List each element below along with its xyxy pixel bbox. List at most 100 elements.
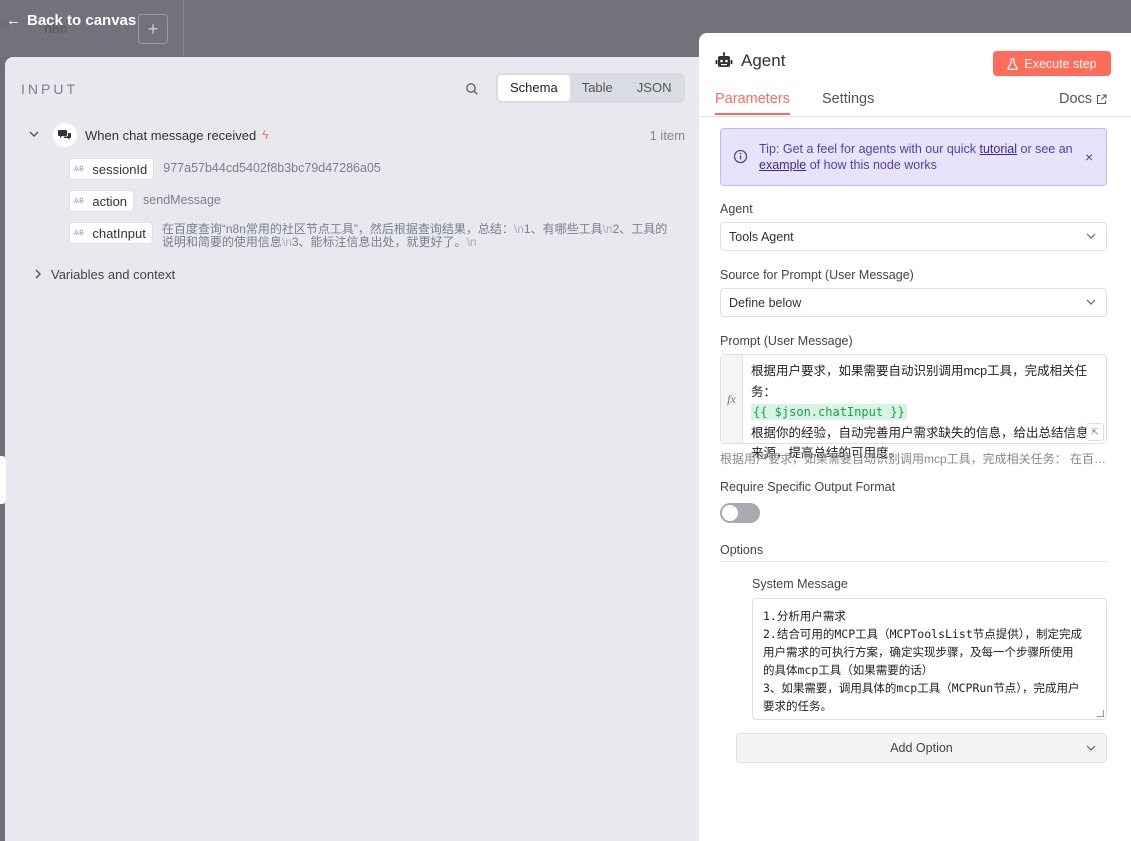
schema-field-row[interactable]: AB chatInput 在百度查询“n8n常用的社区节点工具”，然后根据查询结… — [69, 222, 676, 249]
agent-select[interactable]: Tools Agent — [720, 222, 1107, 251]
agent-select-value: Tools Agent — [729, 229, 794, 244]
prompt-result-preview: 根据用户要求，如果需要自动识别调用mcp工具，完成相关任务： 在百度查询“n8n… — [720, 452, 1107, 466]
prompt-source-select[interactable]: Define below — [720, 288, 1107, 317]
info-icon — [733, 149, 748, 164]
divider — [720, 561, 1107, 562]
field-key-pill[interactable]: AB sessionId — [69, 158, 155, 180]
field-key: sessionId — [92, 161, 148, 177]
item-count: 1 item — [649, 127, 685, 143]
add-node-button[interactable]: + — [138, 14, 168, 44]
tip-callout: Tip: Get a feel for agents with our quic… — [720, 128, 1107, 186]
example-link[interactable]: example — [759, 158, 806, 172]
string-type-icon: AB — [74, 229, 85, 237]
system-message-line: 1.分析用户需求 — [763, 609, 846, 623]
tip-text-part: Tip: Get a feel for agents with our quic… — [759, 142, 980, 156]
trigger-node-row[interactable]: When chat message received ϟ 1 item — [29, 123, 689, 147]
field-value: sendMessage — [143, 193, 221, 207]
system-message-line: 3、如果需要，调用具体的mcp工具（MCPRun节点），完成用户 — [763, 681, 1080, 695]
tip-text-part: of how this node works — [806, 158, 937, 172]
chevron-down-icon — [1086, 233, 1096, 239]
newline-escape: \n — [466, 235, 477, 249]
string-type-icon: AB — [74, 197, 85, 205]
prompt-label: Prompt (User Message) — [720, 334, 853, 348]
tip-text-part: or see an — [1017, 142, 1073, 156]
back-to-canvas-button[interactable]: ← Back to canvas — [6, 12, 136, 29]
lightning-bolt-icon: ϟ — [262, 128, 269, 142]
field-key-pill[interactable]: AB chatInput — [69, 222, 153, 244]
node-parameters-panel: Agent Execute step Parameters Settings D… — [699, 33, 1131, 841]
execute-step-button[interactable]: Execute step — [993, 51, 1111, 76]
system-message-line: 用户需求的可执行方案，确定实现步骤，及每一个步骤所使用 — [763, 645, 1074, 659]
variables-context-label: Variables and context — [51, 267, 176, 282]
variables-context-row[interactable]: Variables and context — [33, 267, 175, 282]
system-message-line: 的具体mcp工具（如果需要的话） — [763, 663, 934, 677]
field-key: action — [92, 193, 128, 209]
newline-escape: \n — [513, 222, 524, 236]
tutorial-link[interactable]: tutorial — [979, 142, 1017, 156]
value-text: 3、能标注信息出处，就更好了。 — [291, 235, 467, 249]
external-link-icon — [1096, 93, 1107, 104]
node-title: Agent — [741, 51, 786, 70]
newline-escape: \n — [602, 222, 613, 236]
trigger-node-name: When chat message received — [85, 127, 257, 143]
value-text: 在百度查询“n8n常用的社区节点工具”，然后根据查询结果，总结： — [161, 222, 514, 236]
prompt-line: 根据用户要求，如果需要自动识别调用mcp工具，完成相关任务： — [751, 364, 1088, 399]
chevron-down-icon[interactable] — [29, 129, 43, 142]
panel-resize-handle[interactable] — [0, 456, 6, 504]
close-icon[interactable]: × — [1085, 149, 1093, 165]
tip-text: Tip: Get a feel for agents with our quic… — [759, 141, 1077, 173]
search-icon[interactable] — [464, 81, 480, 97]
input-panel: INPUT Schema Table JSON When chat messag… — [5, 57, 710, 841]
add-option-label: Add Option — [890, 741, 953, 755]
resize-grip-icon[interactable] — [1097, 710, 1104, 717]
prompt-expression: {{ $json.chatInput }} — [751, 404, 907, 420]
field-value: 在百度查询“n8n常用的社区节点工具”，然后根据查询结果，总结：\n1、有哪些工… — [162, 222, 676, 249]
field-key-pill[interactable]: AB action — [69, 190, 135, 212]
add-option-button[interactable]: Add Option — [736, 733, 1107, 763]
string-type-icon: AB — [74, 165, 85, 173]
prompt-source-value: Define below — [729, 295, 802, 310]
tab-settings[interactable]: Settings — [822, 91, 874, 115]
tab-schema[interactable]: Schema — [498, 75, 570, 101]
field-key: chatInput — [92, 225, 146, 241]
tab-json[interactable]: JSON — [625, 75, 684, 101]
system-message-line: 要求的任务。 — [763, 699, 832, 713]
system-message-textarea[interactable]: 1.分析用户需求 2.结合可用的MCP工具（MCPToolsList节点提供），… — [752, 598, 1107, 720]
flask-icon — [1007, 57, 1019, 70]
execute-step-label: Execute step — [1024, 56, 1097, 71]
arrow-left-icon: ← — [6, 12, 21, 29]
field-value: 977a57b44cd5402f8b3bc79d47286a05 — [163, 161, 381, 175]
output-format-toggle[interactable] — [720, 503, 760, 523]
chevron-down-icon — [1086, 745, 1096, 751]
chevron-down-icon — [1086, 299, 1096, 305]
agent-label: Agent — [720, 202, 753, 216]
prompt-expression-input[interactable]: fx 根据用户要求，如果需要自动识别调用mcp工具，完成相关任务： {{ $js… — [720, 354, 1107, 460]
node-header: Agent — [715, 51, 785, 71]
divider — [183, 0, 184, 57]
schema-field-row[interactable]: AB sessionId 977a57b44cd5402f8b3bc79d472… — [69, 158, 381, 180]
tab-parameters[interactable]: Parameters — [715, 91, 790, 115]
output-format-label: Require Specific Output Format — [720, 480, 896, 494]
prompt-text[interactable]: 根据用户要求，如果需要自动识别调用mcp工具，完成相关任务： {{ $json.… — [751, 361, 1103, 464]
options-heading: Options — [720, 543, 764, 557]
docs-link[interactable]: Docs — [1059, 91, 1107, 107]
view-mode-tabs: Schema Table JSON — [496, 73, 686, 103]
system-message-line: 2.结合可用的MCP工具（MCPToolsList节点提供），制定完成 — [763, 627, 1082, 641]
toggle-knob — [722, 505, 738, 521]
system-message-label: System Message — [752, 577, 848, 591]
chat-bubbles-icon — [53, 123, 77, 147]
newline-escape: \n — [281, 235, 292, 249]
chevron-right-icon[interactable] — [33, 268, 51, 282]
docs-label: Docs — [1059, 91, 1093, 107]
fx-expression-icon: fx — [721, 355, 743, 443]
back-to-canvas-label: Back to canvas — [27, 12, 137, 29]
prompt-source-label: Source for Prompt (User Message) — [720, 268, 914, 282]
tab-table[interactable]: Table — [570, 75, 625, 101]
value-text: 1、有哪些工具 — [523, 222, 603, 236]
parameter-tabs: Parameters Settings — [715, 91, 874, 115]
input-panel-title: INPUT — [21, 81, 78, 97]
robot-icon — [715, 52, 733, 67]
expand-editor-icon[interactable]: ⇱ — [1086, 423, 1104, 441]
divider — [699, 116, 1131, 117]
schema-field-row[interactable]: AB action sendMessage — [69, 190, 221, 212]
